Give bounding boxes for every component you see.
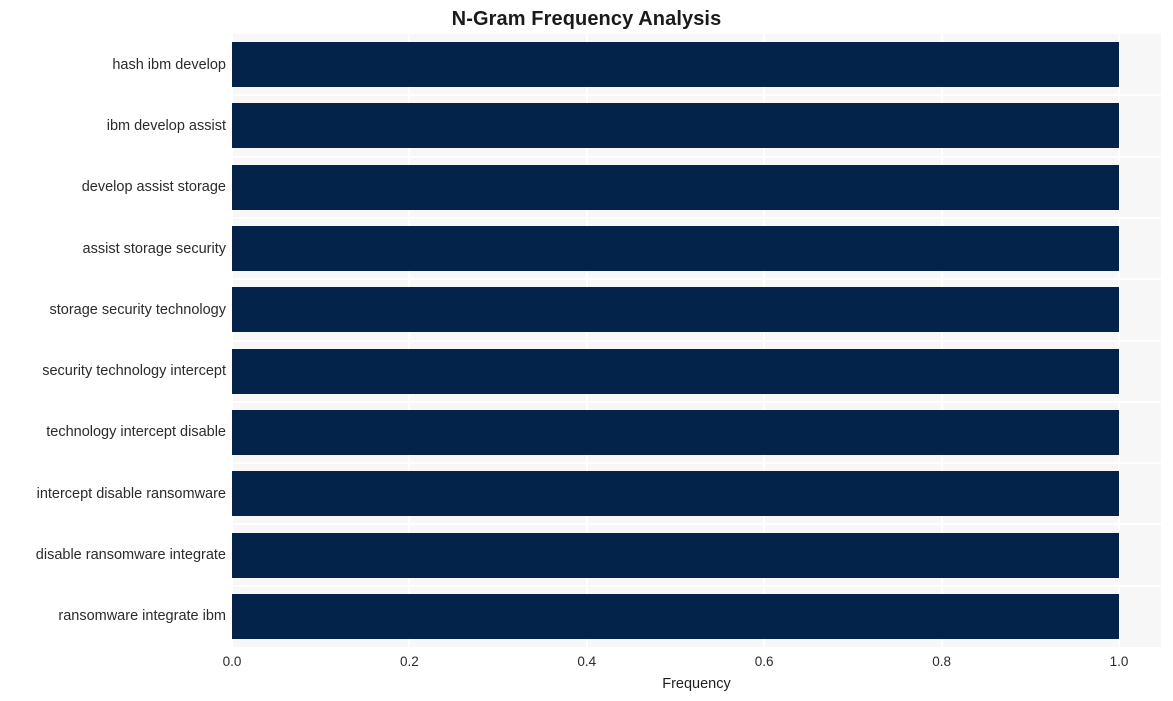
- bar: [232, 42, 1119, 87]
- bar: [232, 471, 1119, 516]
- y-axis-tick-label: technology intercept disable: [46, 424, 226, 441]
- gridline-horizontal: [232, 278, 1161, 280]
- gridline-horizontal: [232, 217, 1161, 219]
- x-axis-tick-label: 0.4: [577, 654, 597, 669]
- x-axis-label: Frequency: [662, 676, 731, 692]
- x-axis-tick-label: 0.2: [400, 654, 419, 669]
- y-axis-tick-label: security technology intercept: [42, 363, 226, 380]
- plot-area: [231, 34, 1161, 647]
- y-axis-tick-label: ransomware integrate ibm: [58, 608, 226, 625]
- bar: [232, 226, 1119, 271]
- gridline-horizontal: [232, 340, 1161, 342]
- x-axis-tick-labels: 0.0 0.2 0.4 0.6 0.8 1.0: [0, 653, 1173, 673]
- y-axis-tick-label: ibm develop assist: [106, 117, 226, 134]
- bar: [232, 349, 1119, 394]
- y-axis-tick-labels: hash ibm develop ibm develop assist develo…: [0, 0, 226, 701]
- y-axis-tick-label: storage security technology: [49, 301, 226, 318]
- y-axis-tick-label: hash ibm develop: [112, 56, 226, 73]
- chart-container: N-Gram Frequency Analysis hash ibm devel…: [0, 0, 1173, 701]
- bar: [232, 410, 1119, 455]
- bar: [232, 533, 1119, 578]
- gridline-horizontal: [232, 462, 1161, 464]
- gridline-horizontal: [232, 94, 1161, 96]
- bar: [232, 165, 1119, 210]
- bar: [232, 103, 1119, 148]
- y-axis-tick-label: assist storage security: [82, 240, 226, 257]
- gridline-horizontal: [232, 401, 1161, 403]
- x-axis-tick-label: 0.0: [222, 654, 242, 669]
- bar: [232, 287, 1119, 332]
- y-axis-tick-label: disable ransomware integrate: [35, 547, 226, 564]
- y-axis-tick-label: develop assist storage: [81, 179, 226, 196]
- x-axis-tick-label: 0.6: [754, 654, 774, 669]
- bar: [232, 594, 1119, 639]
- x-axis-tick-label: 1.0: [1109, 654, 1129, 669]
- gridline-horizontal: [232, 523, 1161, 525]
- y-axis-tick-label: intercept disable ransomware: [36, 485, 226, 502]
- x-axis-tick-label: 0.8: [932, 654, 951, 669]
- gridline-horizontal: [232, 585, 1161, 587]
- gridline-horizontal: [232, 156, 1161, 158]
